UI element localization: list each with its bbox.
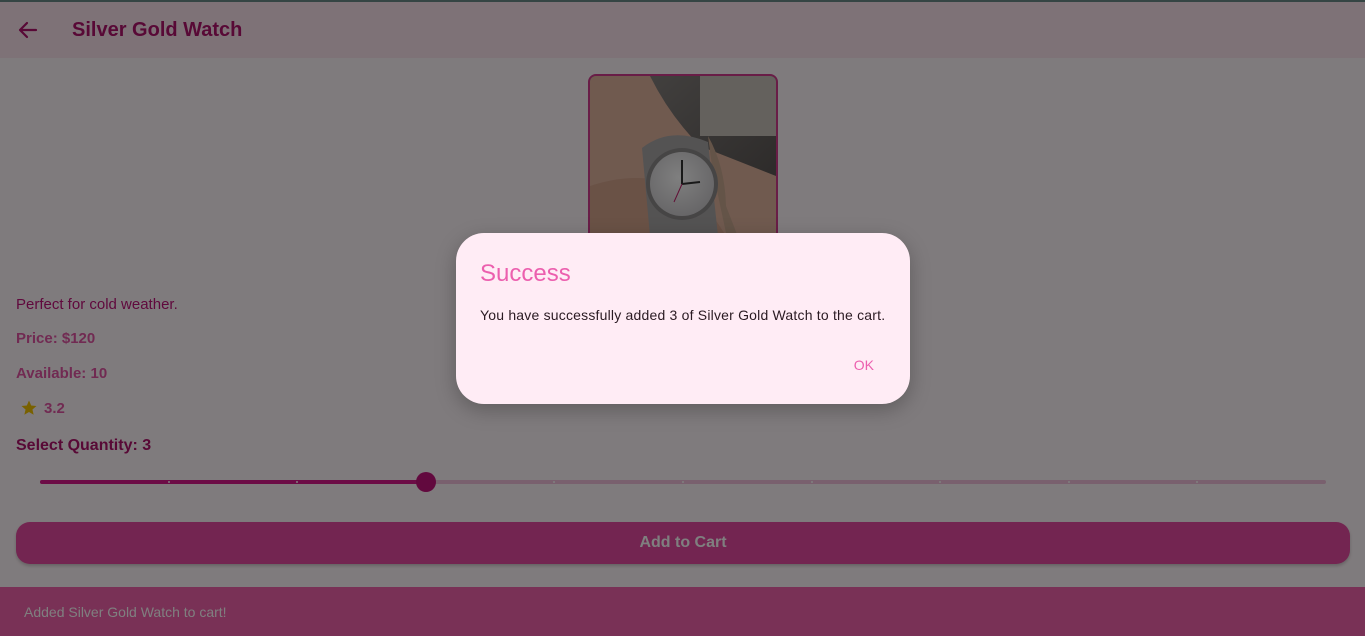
ok-button[interactable]: OK xyxy=(850,355,878,375)
success-dialog: Success You have successfully added 3 of… xyxy=(456,233,910,404)
dialog-message: You have successfully added 3 of Silver … xyxy=(480,307,886,323)
dialog-title: Success xyxy=(480,260,571,287)
